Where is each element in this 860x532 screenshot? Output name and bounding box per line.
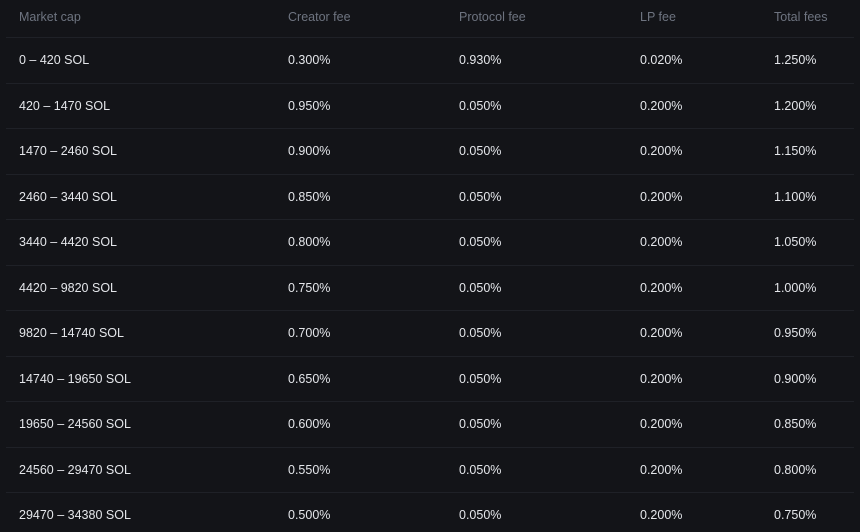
creator-fee-cell: 0.300% <box>288 53 331 68</box>
lp-fee-cell: 0.200% <box>640 280 683 295</box>
total-fees-cell: 1.250% <box>774 53 817 68</box>
creator-fee-cell: 0.900% <box>288 144 331 159</box>
market-cap-cell: 24560 – 29470 SOL <box>19 462 131 477</box>
protocol-fee-cell: 0.930% <box>459 53 502 68</box>
lp-fee-cell: 0.200% <box>640 417 683 432</box>
total-fees-cell: 0.900% <box>774 371 817 386</box>
table-row: 24560 – 29470 SOL 0.550% 0.050% 0.200% 0… <box>6 448 854 493</box>
market-cap-cell: 3440 – 4420 SOL <box>19 235 117 250</box>
column-header-market-cap: Market cap <box>19 10 81 24</box>
lp-fee-cell: 0.020% <box>640 53 683 68</box>
protocol-fee-cell: 0.050% <box>459 371 502 386</box>
market-cap-cell: 0 – 420 SOL <box>19 53 90 68</box>
table-row: 14740 – 19650 SOL 0.650% 0.050% 0.200% 0… <box>6 357 854 402</box>
market-cap-cell: 2460 – 3440 SOL <box>19 189 117 204</box>
protocol-fee-cell: 0.050% <box>459 189 502 204</box>
market-cap-cell: 420 – 1470 SOL <box>19 98 111 113</box>
lp-fee-cell: 0.200% <box>640 235 683 250</box>
market-cap-cell: 9820 – 14740 SOL <box>19 326 124 341</box>
table-row: 19650 – 24560 SOL 0.600% 0.050% 0.200% 0… <box>6 402 854 448</box>
fee-tier-table: Market cap Creator fee Protocol fee LP f… <box>0 0 860 532</box>
protocol-fee-cell: 0.050% <box>459 508 502 523</box>
table-row: 9820 – 14740 SOL 0.700% 0.050% 0.200% 0.… <box>6 311 854 357</box>
column-header-lp-fee: LP fee <box>640 10 676 24</box>
protocol-fee-cell: 0.050% <box>459 98 502 113</box>
table-row: 420 – 1470 SOL 0.950% 0.050% 0.200% 1.20… <box>6 84 854 129</box>
total-fees-cell: 0.850% <box>774 417 817 432</box>
lp-fee-cell: 0.200% <box>640 98 683 113</box>
protocol-fee-cell: 0.050% <box>459 235 502 250</box>
lp-fee-cell: 0.200% <box>640 189 683 204</box>
creator-fee-cell: 0.600% <box>288 417 331 432</box>
total-fees-cell: 0.800% <box>774 462 817 477</box>
market-cap-cell: 14740 – 19650 SOL <box>19 371 131 386</box>
creator-fee-cell: 0.550% <box>288 462 331 477</box>
creator-fee-cell: 0.650% <box>288 371 331 386</box>
creator-fee-cell: 0.750% <box>288 280 331 295</box>
market-cap-cell: 19650 – 24560 SOL <box>19 417 131 432</box>
protocol-fee-cell: 0.050% <box>459 144 502 159</box>
market-cap-cell: 1470 – 2460 SOL <box>19 144 117 159</box>
column-header-total-fees: Total fees <box>774 10 828 24</box>
table-row: 4420 – 9820 SOL 0.750% 0.050% 0.200% 1.0… <box>6 266 854 311</box>
creator-fee-cell: 0.700% <box>288 326 331 341</box>
table-row: 3440 – 4420 SOL 0.800% 0.050% 0.200% 1.0… <box>6 220 854 266</box>
creator-fee-cell: 0.950% <box>288 98 331 113</box>
lp-fee-cell: 0.200% <box>640 508 683 523</box>
table-row: 2460 – 3440 SOL 0.850% 0.050% 0.200% 1.1… <box>6 175 854 220</box>
lp-fee-cell: 0.200% <box>640 326 683 341</box>
lp-fee-cell: 0.200% <box>640 462 683 477</box>
market-cap-cell: 29470 – 34380 SOL <box>19 508 131 523</box>
protocol-fee-cell: 0.050% <box>459 417 502 432</box>
lp-fee-cell: 0.200% <box>640 144 683 159</box>
table-row: 1470 – 2460 SOL 0.900% 0.050% 0.200% 1.1… <box>6 129 854 175</box>
creator-fee-cell: 0.850% <box>288 189 331 204</box>
total-fees-cell: 1.150% <box>774 144 817 159</box>
table-row: 29470 – 34380 SOL 0.500% 0.050% 0.200% 0… <box>6 493 854 532</box>
table-header-row: Market cap Creator fee Protocol fee LP f… <box>6 0 854 38</box>
total-fees-cell: 0.750% <box>774 508 817 523</box>
creator-fee-cell: 0.800% <box>288 235 331 250</box>
total-fees-cell: 1.200% <box>774 98 817 113</box>
total-fees-cell: 1.000% <box>774 280 817 295</box>
column-header-creator-fee: Creator fee <box>288 10 351 24</box>
protocol-fee-cell: 0.050% <box>459 462 502 477</box>
total-fees-cell: 1.100% <box>774 189 817 204</box>
table-row: 0 – 420 SOL 0.300% 0.930% 0.020% 1.250% <box>6 38 854 84</box>
market-cap-cell: 4420 – 9820 SOL <box>19 280 117 295</box>
total-fees-cell: 1.050% <box>774 235 817 250</box>
lp-fee-cell: 0.200% <box>640 371 683 386</box>
protocol-fee-cell: 0.050% <box>459 326 502 341</box>
total-fees-cell: 0.950% <box>774 326 817 341</box>
column-header-protocol-fee: Protocol fee <box>459 10 526 24</box>
creator-fee-cell: 0.500% <box>288 508 331 523</box>
protocol-fee-cell: 0.050% <box>459 280 502 295</box>
